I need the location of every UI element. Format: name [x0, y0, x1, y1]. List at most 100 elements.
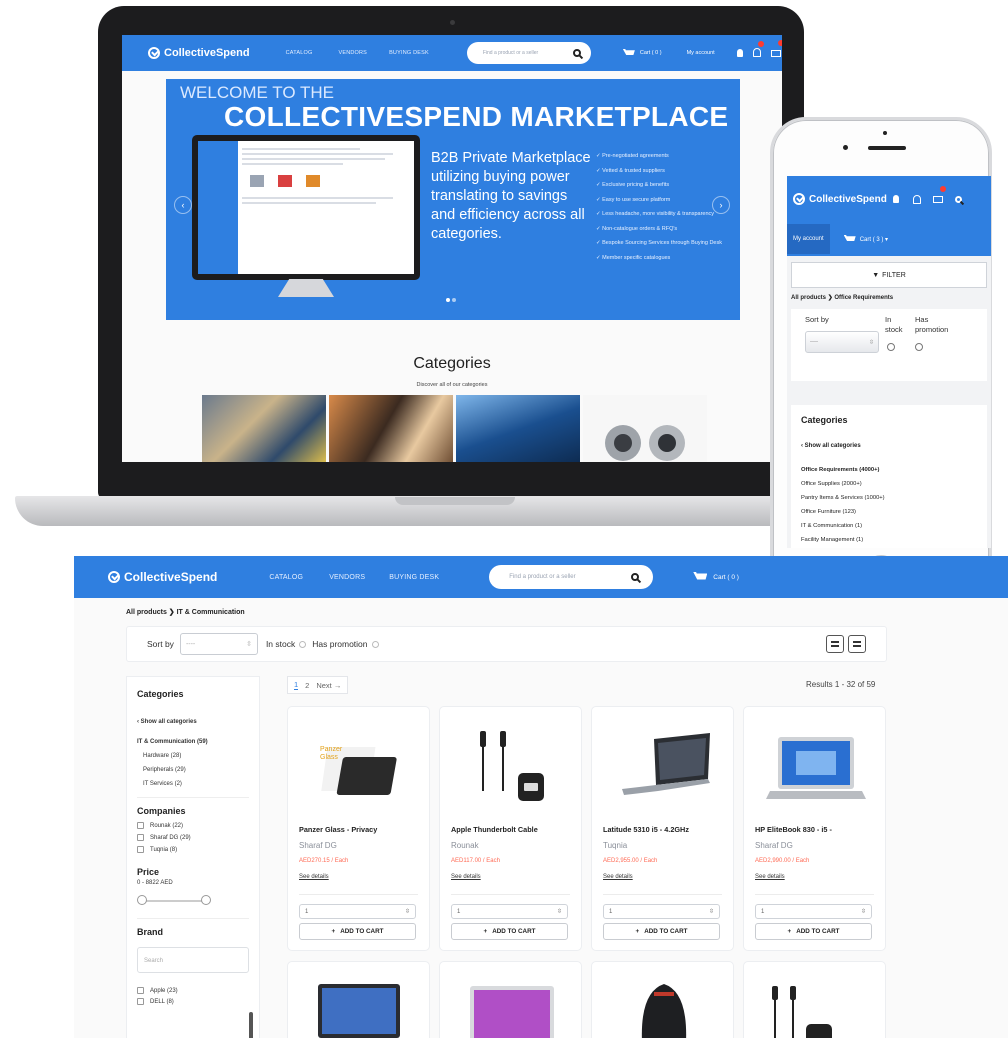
- nav-vendors[interactable]: VENDORS: [329, 574, 365, 581]
- search-input[interactable]: Find a product or a seller: [489, 565, 654, 589]
- checkbox[interactable]: [137, 998, 144, 1006]
- category-item[interactable]: Facility Management (1): [801, 537, 977, 543]
- sort-select[interactable]: ---- ⇳: [179, 633, 258, 655]
- category-item-current[interactable]: Office Requirements (4000+): [801, 467, 977, 473]
- has-promotion-checkbox[interactable]: [915, 343, 923, 351]
- user-icon[interactable]: [892, 195, 899, 203]
- slider-handle-max[interactable]: [201, 895, 211, 906]
- quantity-stepper[interactable]: 1 ⇳: [299, 904, 416, 919]
- see-details-link[interactable]: See details: [451, 874, 481, 880]
- product-name[interactable]: Latitude 5310 i5 - 4.2GHz: [603, 825, 728, 834]
- cart-icon[interactable]: [693, 572, 708, 580]
- see-details-link[interactable]: See details: [299, 874, 329, 880]
- brand-logo[interactable]: CollectiveSpend: [148, 47, 250, 59]
- nav-catalog[interactable]: CATALOG: [269, 574, 303, 581]
- messages[interactable]: [932, 186, 946, 208]
- quantity-stepper[interactable]: 1 ⇳: [755, 904, 872, 919]
- breadcrumb-root[interactable]: All products: [126, 609, 167, 616]
- product-name[interactable]: Apple Thunderbolt Cable: [451, 825, 576, 834]
- quantity-stepper[interactable]: 1 ⇳: [451, 904, 568, 919]
- add-to-cart-button[interactable]: + ADD TO CART: [451, 923, 568, 940]
- see-details-link[interactable]: See details: [603, 874, 633, 880]
- see-details-link[interactable]: See details: [755, 874, 785, 880]
- nav-catalog[interactable]: CATALOG: [286, 50, 313, 56]
- category-item[interactable]: Pantry Items & Services (1000+): [801, 495, 977, 501]
- carousel-next-button[interactable]: ›: [712, 196, 730, 214]
- checkbox[interactable]: [137, 846, 144, 854]
- brand-item[interactable]: Apple (23): [137, 987, 249, 994]
- checkbox[interactable]: [137, 987, 144, 995]
- quantity-stepper[interactable]: 1 ⇳: [603, 904, 720, 919]
- company-item[interactable]: Rounak (22): [137, 822, 249, 829]
- messages[interactable]: [770, 40, 782, 62]
- add-to-cart-button[interactable]: + ADD TO CART: [299, 923, 416, 940]
- price-slider[interactable]: [137, 894, 249, 908]
- nav-vendors[interactable]: VENDORS: [338, 50, 367, 56]
- cart-link[interactable]: Cart ( 0 ): [640, 50, 662, 56]
- breadcrumb-root[interactable]: All products: [791, 295, 826, 301]
- nav-buying-desk[interactable]: BUYING DESK: [389, 50, 429, 56]
- brand-logo[interactable]: CollectiveSpend: [793, 193, 887, 205]
- brand-logo[interactable]: CollectiveSpend: [108, 570, 217, 584]
- my-account-link[interactable]: My account: [787, 224, 830, 254]
- page-1[interactable]: 1: [294, 680, 299, 690]
- grid-view-button[interactable]: [826, 635, 844, 653]
- category-current[interactable]: IT & Communication (59): [137, 739, 249, 745]
- filter-button[interactable]: ▼ FILTER: [791, 262, 987, 288]
- search-icon[interactable]: [631, 573, 640, 581]
- show-all-categories[interactable]: ‹ Show all categories: [801, 443, 977, 449]
- user-icon[interactable]: [736, 49, 743, 57]
- search-icon[interactable]: [572, 49, 581, 57]
- next-page-button[interactable]: Next →: [316, 681, 341, 690]
- category-item[interactable]: Office Supplies (2000+): [801, 481, 977, 487]
- product-name[interactable]: Panzer Glass - Privacy: [299, 825, 424, 834]
- category-tile-buildings[interactable]: [456, 395, 580, 462]
- product-card[interactable]: [591, 961, 734, 1038]
- cart-link[interactable]: Cart ( 3 ) ▾: [843, 235, 888, 243]
- notifications[interactable]: [752, 41, 764, 62]
- checkbox[interactable]: [137, 834, 144, 842]
- carousel-dots[interactable]: [446, 298, 456, 302]
- breadcrumb-current: Office Requirements: [834, 295, 894, 301]
- brand-search-input[interactable]: Search: [137, 947, 249, 974]
- search-input[interactable]: Find a product or a seller: [466, 42, 591, 64]
- category-item[interactable]: Office Furniture (123): [801, 509, 977, 515]
- category-item[interactable]: IT & Communication (1): [801, 523, 977, 529]
- bell-icon[interactable]: [912, 194, 921, 204]
- my-account-link[interactable]: My account: [687, 50, 715, 56]
- cart-icon[interactable]: [622, 49, 635, 55]
- product-card[interactable]: [287, 961, 430, 1038]
- product-card[interactable]: Apple Thunderbolt Cable Rounak AED117.00…: [439, 706, 582, 951]
- checkbox[interactable]: [137, 822, 144, 829]
- category-tile-hardware[interactable]: [583, 395, 707, 462]
- product-card[interactable]: [439, 961, 582, 1038]
- product-card[interactable]: [743, 961, 886, 1038]
- scrollbar[interactable]: [249, 1012, 253, 1038]
- brand-item[interactable]: DELL (8): [137, 998, 249, 1005]
- sort-select[interactable]: ---- ⇳: [805, 331, 879, 353]
- subcategory-item[interactable]: IT Services (2): [143, 781, 249, 787]
- add-to-cart-button[interactable]: + ADD TO CART: [755, 923, 872, 940]
- page-2[interactable]: 2: [305, 681, 309, 690]
- carousel-prev-button[interactable]: ‹: [174, 196, 192, 214]
- category-tile-office[interactable]: [329, 395, 453, 462]
- search-icon[interactable]: [954, 195, 962, 203]
- product-card[interactable]: HP EliteBook 830 - i5 - Sharaf DG AED2,9…: [743, 706, 886, 951]
- company-item[interactable]: Tuqnia (8): [137, 846, 249, 853]
- cart-link[interactable]: Cart ( 0 ): [713, 574, 739, 581]
- subcategory-item[interactable]: Hardware (28): [143, 753, 249, 759]
- nav-buying-desk[interactable]: BUYING DESK: [389, 574, 439, 581]
- slider-handle-min[interactable]: [137, 895, 147, 906]
- company-item[interactable]: Sharaf DG (29): [137, 834, 249, 841]
- has-promotion-checkbox[interactable]: [371, 640, 379, 648]
- product-card[interactable]: Latitude 5310 i5 - 4.2GHz Tuqnia AED2,95…: [591, 706, 734, 951]
- show-all-categories[interactable]: ‹ Show all categories: [137, 719, 249, 725]
- product-name[interactable]: HP EliteBook 830 - i5 -: [755, 825, 880, 834]
- in-stock-checkbox[interactable]: [887, 343, 895, 351]
- in-stock-checkbox[interactable]: [299, 640, 307, 648]
- category-tile-people[interactable]: [202, 395, 326, 462]
- list-view-button[interactable]: [848, 635, 866, 653]
- product-card[interactable]: Panzer Glass Panzer Glass - Privacy Shar…: [287, 706, 430, 951]
- subcategory-item[interactable]: Peripherals (29): [143, 767, 249, 773]
- add-to-cart-button[interactable]: + ADD TO CART: [603, 923, 720, 940]
